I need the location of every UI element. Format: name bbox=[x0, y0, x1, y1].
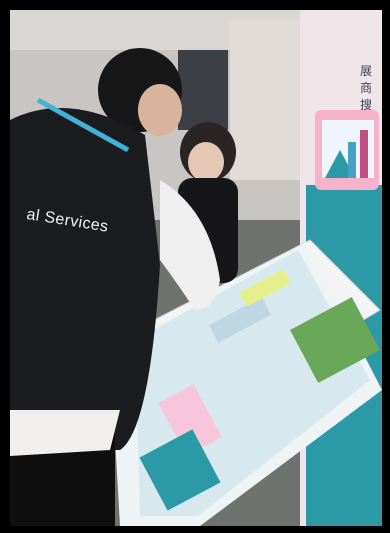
window-dark bbox=[178, 50, 228, 130]
vest bbox=[10, 108, 160, 450]
pillar bbox=[230, 20, 300, 180]
photo: al Services 展商搜 bbox=[10, 10, 382, 526]
sign-illustration bbox=[315, 110, 379, 190]
photo-frame: al Services 展商搜 bbox=[0, 0, 390, 533]
scene-illustration bbox=[10, 10, 382, 526]
booth-sign-text: 展商搜 bbox=[360, 64, 373, 112]
